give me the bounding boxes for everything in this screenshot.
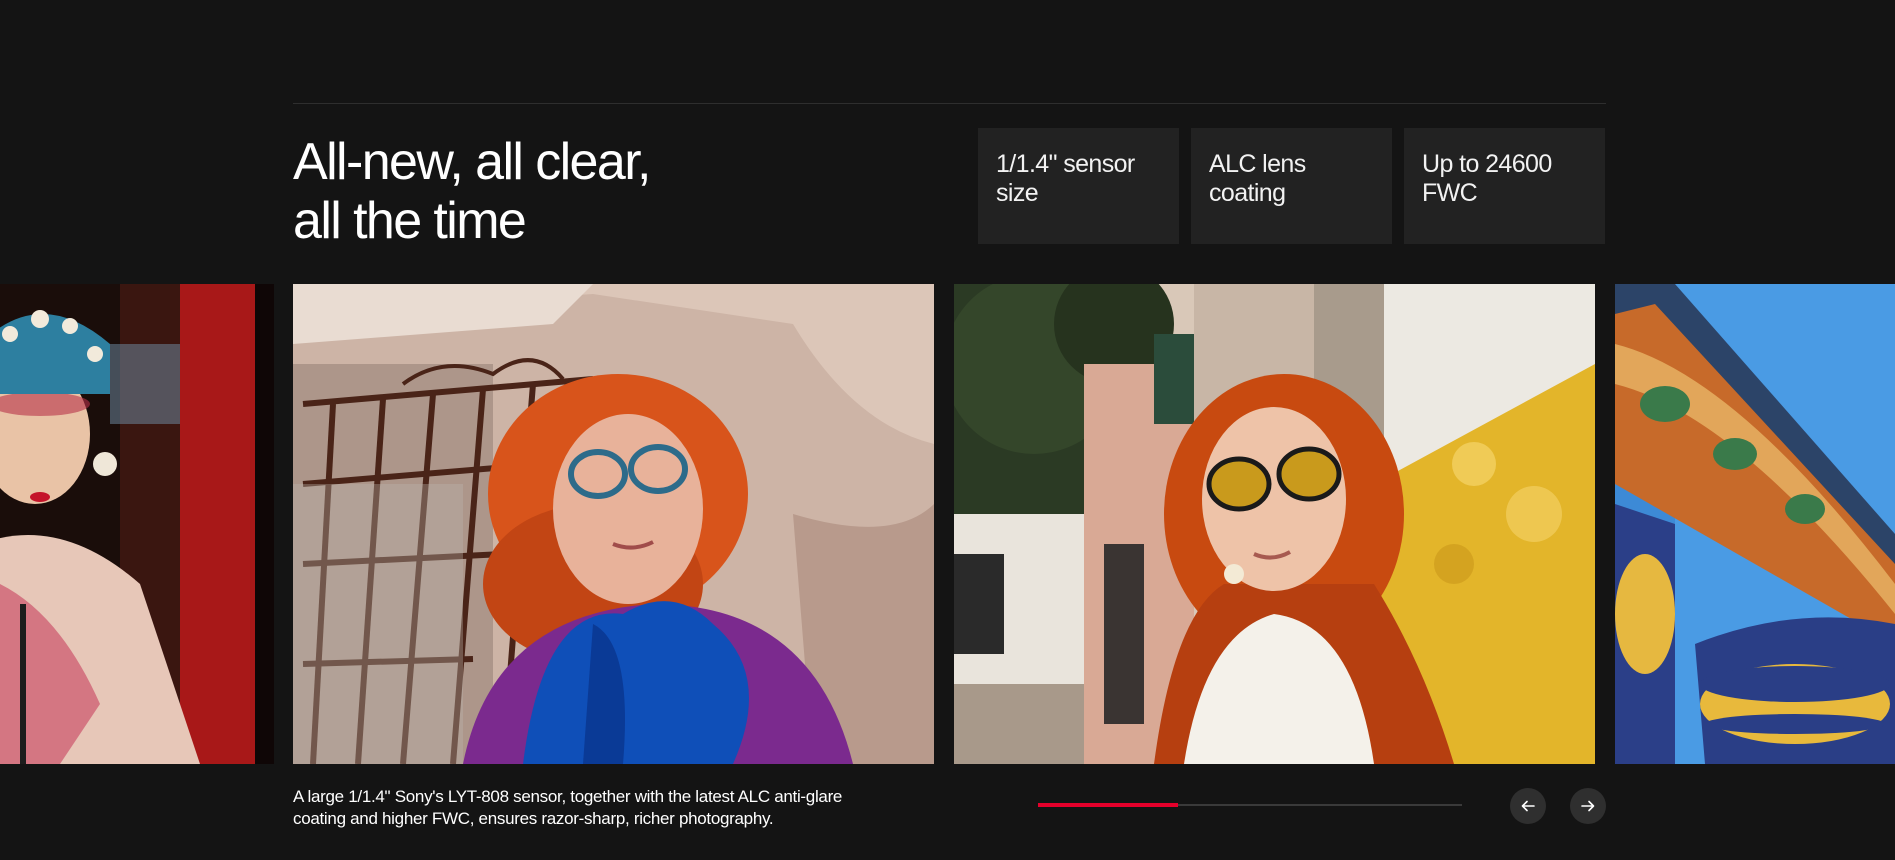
spec-card-sensor: 1/1.4" sensor size (978, 128, 1179, 244)
gallery-caption: A large 1/1.4" Sony's LYT-808 sensor, to… (293, 787, 843, 828)
gallery-photo-opera[interactable] (0, 284, 274, 764)
headline-line-2: all the time (293, 192, 527, 250)
gallery-photo-sunglasses-woman[interactable] (954, 284, 1595, 764)
gallery-photo-architecture[interactable] (1615, 284, 1895, 764)
camera-feature-section: All-new, all clear, all the time 1/1.4" … (0, 0, 1895, 860)
spec-card-fwc: Up to 24600 FWC (1404, 128, 1605, 244)
carousel-progress-track (1038, 803, 1462, 807)
section-divider (293, 103, 1606, 104)
carousel-progress-fill (1038, 803, 1178, 807)
photo-carousel[interactable] (0, 284, 1895, 764)
carousel-prev-button[interactable] (1510, 788, 1546, 824)
headline-line-1: All-new, all clear, (293, 133, 651, 191)
spec-cards: 1/1.4" sensor size ALC lens coating Up t… (978, 128, 1605, 244)
arrow-left-icon (1521, 800, 1535, 812)
arrow-right-icon (1581, 800, 1595, 812)
spec-card-coating: ALC lens coating (1191, 128, 1392, 244)
carousel-next-button[interactable] (1570, 788, 1606, 824)
gallery-photo-scarf-woman[interactable] (293, 284, 934, 764)
section-headline: All-new, all clear, all the time (293, 133, 853, 251)
